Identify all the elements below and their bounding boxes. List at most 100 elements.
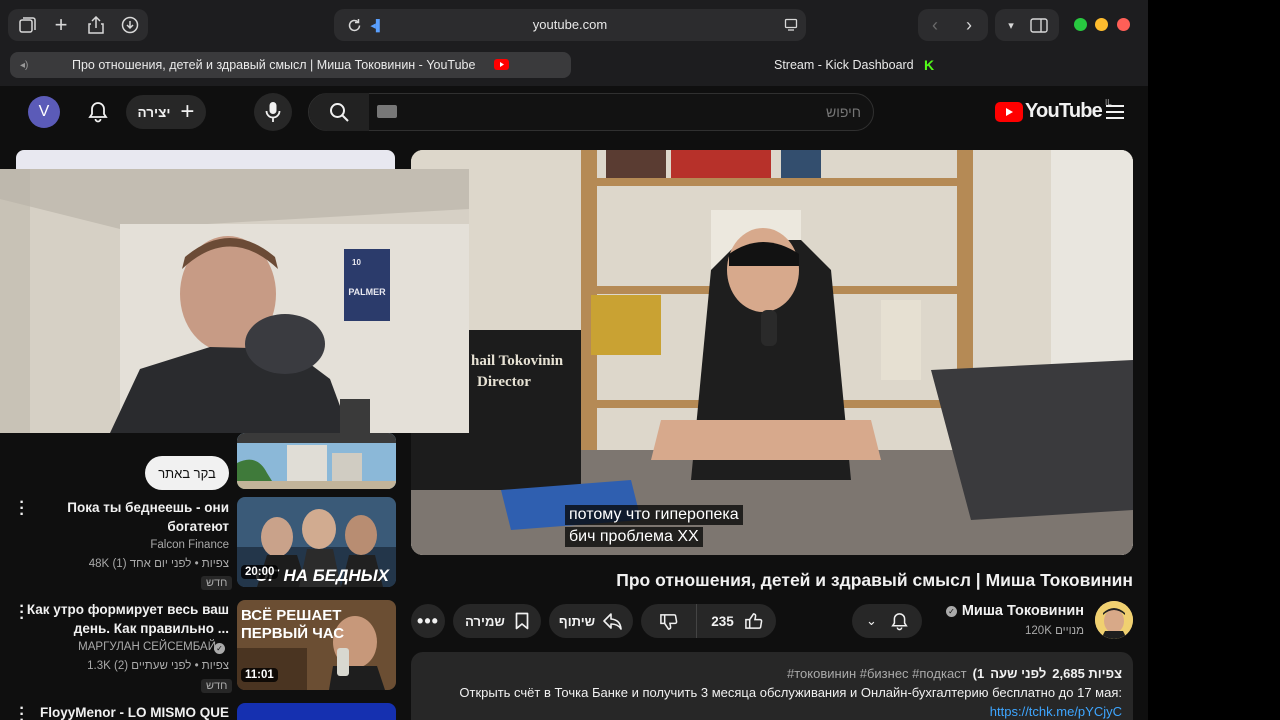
share-label: שיתוף <box>558 613 596 629</box>
ad-banner-top[interactable] <box>16 150 395 170</box>
browser-toolbar: + ◂▌ youtube.com ‹ › ▾ ◂) Про отношения,… <box>0 0 1148 86</box>
back-icon[interactable]: ‹ <box>921 11 949 39</box>
rec-3-thumbnail[interactable] <box>237 703 396 720</box>
rec-2-thumbnail[interactable]: ВСЁ РЕШАЕТ ПЕРВЫЙ ЧАС 11:01 <box>237 600 396 690</box>
create-label: יצירה <box>137 104 171 120</box>
search-input[interactable] <box>421 102 861 122</box>
tab-youtube[interactable]: ◂) Про отношения, детей и здравый смысл … <box>10 52 571 78</box>
reader-mode-icon[interactable] <box>777 11 805 39</box>
youtube-logo[interactable]: YouTube IL <box>995 98 1112 123</box>
search-button[interactable] <box>309 93 369 131</box>
more-actions-icon[interactable]: ··· <box>17 701 27 720</box>
desktop-background <box>1148 0 1280 720</box>
kick-favicon-icon: K <box>924 57 935 73</box>
forward-icon[interactable]: › <box>955 11 983 39</box>
webcam-frame: PALMER 10 <box>0 169 469 433</box>
search-icon <box>330 103 349 122</box>
channel-avatar[interactable] <box>1095 601 1133 639</box>
subscription-notifications-button[interactable]: ⌄ <box>852 604 922 638</box>
chevron-down-icon[interactable]: ▾ <box>997 11 1025 39</box>
more-horizontal-icon: ••• <box>417 611 439 631</box>
share-icon[interactable] <box>82 11 110 39</box>
hashtags[interactable]: #токовинин #бизнес #подкаст <box>787 666 967 681</box>
voice-search-button[interactable] <box>254 93 292 131</box>
caption-line-2: бич проблема ХХ <box>565 527 703 547</box>
rec-1-thumbnail[interactable]: ОГ НА БЕДНЫХ 20:00 <box>237 497 396 587</box>
poster-text: PALMER <box>348 287 386 297</box>
youtube-play-icon <box>995 101 1023 122</box>
url-text: youtube.com <box>532 17 608 32</box>
tab-youtube-label: Про отношения, детей и здравый смысл | М… <box>72 58 476 72</box>
share-button[interactable]: שיתוף <box>549 604 633 638</box>
verified-check-icon: ✓ <box>214 643 225 654</box>
keyboard-icon[interactable] <box>377 105 397 118</box>
publish-time: לפני שעה <box>990 666 1047 681</box>
more-actions-button[interactable]: ••• <box>411 604 445 638</box>
dislike-button[interactable] <box>641 604 697 638</box>
window-zoom-button[interactable] <box>1074 18 1087 31</box>
rec-2-duration: 11:01 <box>241 668 278 682</box>
director-chair-text: hail Tokovinin <box>471 353 564 369</box>
youtube-favicon-icon <box>494 59 509 70</box>
ad-image <box>237 433 396 489</box>
chevron-down-icon: ⌄ <box>866 613 877 628</box>
video-player[interactable]: hail Tokovinin Director потому что гипер… <box>411 150 1133 555</box>
share-arrow-icon <box>603 613 622 630</box>
speaker-icon[interactable]: ◂) <box>20 60 28 71</box>
more-actions-icon[interactable]: ··· <box>17 495 27 523</box>
tab-kick[interactable]: Stream - Kick Dashboard K <box>580 52 1140 78</box>
rec-1-title-line2[interactable]: богатеют <box>167 517 229 536</box>
split-view-icon[interactable] <box>1025 11 1053 39</box>
caption-line-1: потому что гиперопека <box>565 505 743 525</box>
tab-kick-label: Stream - Kick Dashboard <box>774 58 914 72</box>
sidebar-toggle-icon[interactable] <box>13 11 41 39</box>
rec-2-title-line1[interactable]: Как утро формирует весь ваш <box>27 600 229 619</box>
bell-icon <box>891 612 908 630</box>
bracket-text: (1 <box>972 666 985 681</box>
create-button[interactable]: יצירה + <box>126 95 206 129</box>
video-frame: hail Tokovinin Director <box>411 150 1133 555</box>
rec-1-duration: 20:00 <box>241 565 279 579</box>
window-minimize-button[interactable] <box>1095 18 1108 31</box>
youtube-wordmark: YouTube <box>1025 100 1103 122</box>
account-avatar[interactable]: V <box>28 96 60 128</box>
thumbs-down-icon <box>660 613 678 630</box>
channel-avatar-image <box>1095 601 1133 639</box>
more-actions-icon[interactable]: ··· <box>17 599 27 627</box>
video-title: Про отношения, детей и здравый смысл | М… <box>616 570 1133 590</box>
hamburger-menu-icon[interactable] <box>1101 98 1129 126</box>
director-chair-role: Director <box>477 374 531 390</box>
verified-check-icon: ✓ <box>946 606 957 617</box>
rec-1-meta: 48K צפיות • לפני יום אחד (1) <box>88 558 229 570</box>
plus-icon: + <box>180 98 195 125</box>
search-bar[interactable] <box>308 93 874 131</box>
save-button[interactable]: שמירה <box>453 604 541 638</box>
rec-3-title-line1[interactable]: FloyyMenor - LO MISMO QUE <box>40 703 229 720</box>
description-link[interactable]: https://tchk.me/pYCjyC <box>990 704 1122 719</box>
save-label: שמירה <box>465 613 505 629</box>
bookmark-icon <box>515 612 529 630</box>
thumbs-up-icon <box>744 612 763 629</box>
rec-2-title-line2[interactable]: день. Как правильно ... <box>74 619 229 638</box>
window-close-button[interactable] <box>1117 18 1130 31</box>
view-count: 2,685 צפיות <box>1052 666 1122 681</box>
rec-2-channel[interactable]: МАРГУЛАН СЕЙСЕМБАЙ <box>78 641 216 653</box>
address-bar[interactable]: ◂▌ youtube.com <box>334 9 806 41</box>
like-count: 235 <box>711 613 734 629</box>
download-icon[interactable] <box>116 11 144 39</box>
like-button[interactable]: 235 <box>698 604 776 638</box>
rec-1-channel[interactable]: Falcon Finance <box>150 539 229 551</box>
channel-name[interactable]: Миша Токовинин <box>962 603 1084 619</box>
notifications-bell-icon[interactable] <box>84 98 112 126</box>
description-box[interactable]: 2,685 צפיות לפני שעה (1 #токовинин #бизн… <box>411 652 1133 720</box>
ad-thumbnail[interactable] <box>237 433 396 489</box>
new-badge: חדש <box>201 576 233 590</box>
subscriber-count: 120K מנויים <box>1025 625 1084 637</box>
new-tab-icon[interactable]: + <box>47 11 75 39</box>
rec-2-thumbnail-text-2: ПЕРВЫЙ ЧАС <box>241 624 344 642</box>
rec-1-title-line1[interactable]: Пока ты беднеешь - они <box>67 498 229 517</box>
like-dislike-group: 235 <box>641 604 776 638</box>
microphone-icon <box>265 102 281 122</box>
visit-site-button[interactable]: בקר באתר <box>145 456 229 490</box>
description-stats: 2,685 צפיות לפני שעה (1 #токовинин #бизн… <box>787 666 1122 681</box>
